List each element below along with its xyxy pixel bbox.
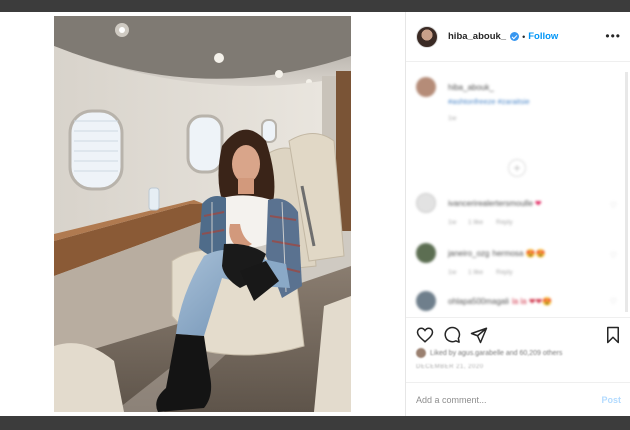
post-photo[interactable]	[54, 16, 351, 412]
header-username[interactable]: hiba_abouk_	[448, 31, 506, 42]
comments-list: hiba_abouk_ #ashtonfreeze #zaraitsie 1w …	[406, 63, 630, 323]
comment-text: la la ❤❤😍	[511, 296, 553, 306]
verified-icon	[510, 32, 520, 41]
heart-icon[interactable]	[416, 326, 434, 344]
comment-icon[interactable]	[443, 326, 461, 344]
comment-text: ❤	[534, 198, 542, 208]
comments-scrollbar[interactable]	[625, 72, 628, 312]
caption-username[interactable]: hiba_abouk_	[448, 83, 494, 92]
comment-row: ohlapa500magali la la ❤❤😍	[416, 291, 552, 311]
dot-separator: •	[522, 31, 526, 42]
bottom-border	[0, 416, 630, 430]
comment-reply[interactable]: Reply	[496, 219, 513, 226]
caption-time: 1w	[448, 115, 457, 122]
comment-row: ivancerirealertersmoulle ❤	[416, 193, 542, 213]
comment-likes[interactable]: 1 like	[468, 269, 483, 276]
comment-time: 1w	[448, 219, 457, 226]
comment-like-icon[interactable]: ♡	[610, 297, 617, 306]
comment-avatar[interactable]	[416, 243, 436, 263]
post-side-panel: hiba_abouk_ • Follow ••• hiba_abouk_ #as…	[405, 12, 630, 416]
share-icon[interactable]	[470, 326, 488, 344]
jet-cabin-photo	[54, 16, 351, 412]
caption-row: hiba_abouk_	[416, 77, 494, 97]
likes-summary[interactable]: Liked by agus.garabelle and 60,209 other…	[416, 348, 562, 358]
load-more-icon[interactable]: +	[508, 159, 526, 177]
add-comment-bar: Post	[406, 382, 630, 416]
comment-like-icon[interactable]: ♡	[610, 251, 617, 260]
likes-text: Liked by agus.garabelle and 60,209 other…	[430, 349, 563, 357]
comment-time: 1w	[448, 269, 457, 276]
follow-button[interactable]: Follow	[528, 31, 558, 42]
bookmark-icon[interactable]	[604, 326, 622, 344]
comment-avatar[interactable]	[416, 193, 436, 213]
comment-text: hermosa 😍😍	[492, 248, 546, 258]
photo-area	[0, 12, 405, 416]
comment-username[interactable]: ohlapa500magali	[448, 297, 509, 306]
comment-username[interactable]: ivancerirealertersmoulle	[448, 199, 533, 208]
caption-text[interactable]: #ashtonfreeze #zaraitsie	[448, 97, 530, 106]
comment-likes[interactable]: 1 like	[468, 219, 483, 226]
comment-avatar[interactable]	[416, 291, 436, 311]
comment-like-icon[interactable]: ♡	[610, 201, 617, 210]
more-icon[interactable]: •••	[605, 30, 621, 42]
comment-input[interactable]	[416, 394, 602, 405]
liker-avatar	[416, 348, 426, 358]
post-button[interactable]: Post	[601, 395, 621, 405]
top-border	[0, 0, 630, 12]
comment-row: janeiro_ozg hermosa 😍😍	[416, 243, 546, 263]
post-modal: hiba_abouk_ • Follow ••• hiba_abouk_ #as…	[0, 12, 630, 416]
action-bar	[406, 317, 630, 351]
post-date: DECEMBER 21, 2020	[416, 364, 484, 370]
avatar[interactable]	[416, 25, 438, 48]
comment-username[interactable]: janeiro_ozg	[448, 249, 489, 258]
comment-reply[interactable]: Reply	[496, 269, 513, 276]
caption-avatar[interactable]	[416, 77, 436, 97]
post-header: hiba_abouk_ • Follow •••	[406, 12, 630, 62]
